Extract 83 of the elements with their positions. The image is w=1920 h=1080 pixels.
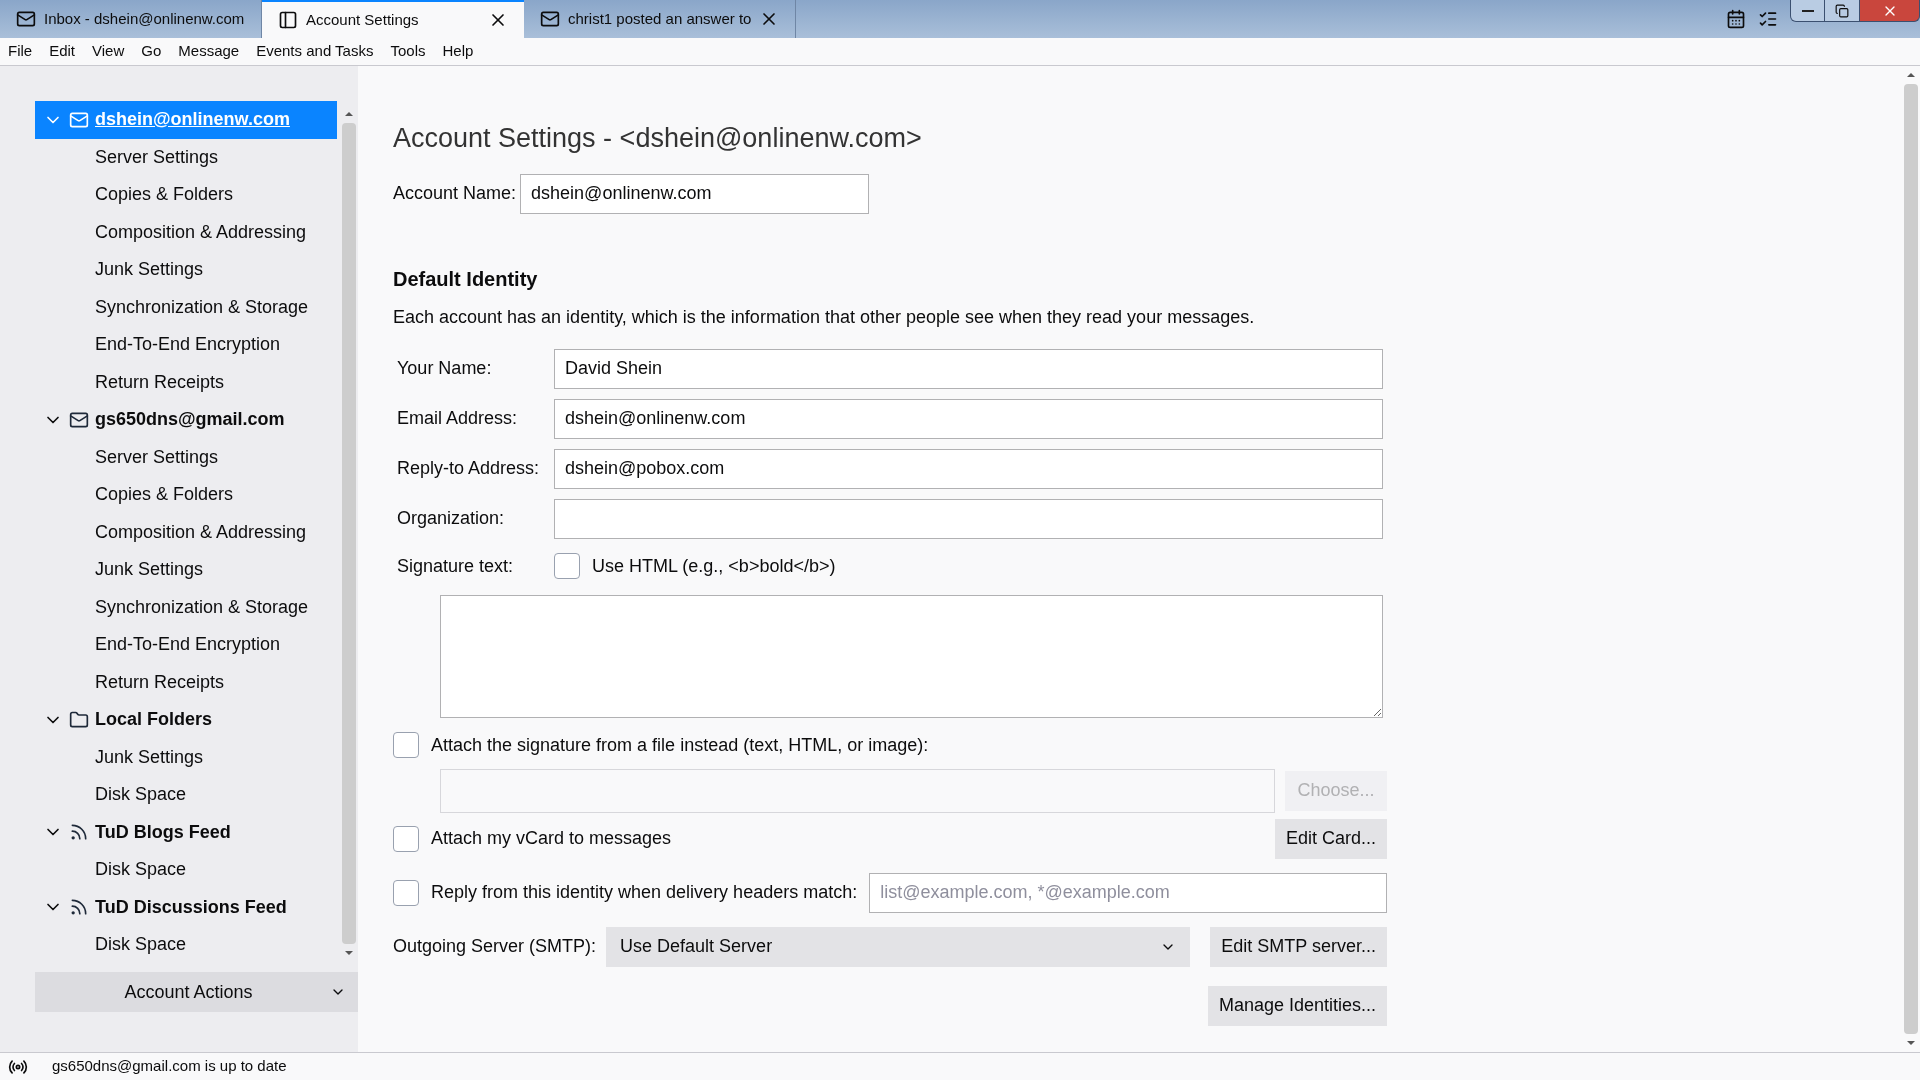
- identity-description: Each account has an identity, which is the information that other people see when they read your messages.: [393, 305, 1256, 329]
- folder-icon: [69, 709, 89, 730]
- restore-icon: [1835, 3, 1849, 18]
- checkbox[interactable]: [393, 825, 419, 852]
- checkbox[interactable]: [393, 879, 419, 906]
- menu-item[interactable]: Message: [178, 40, 240, 63]
- field-label: Your Name:: [397, 357, 493, 380]
- checkbox[interactable]: [554, 553, 580, 579]
- field-label: Outgoing Server (SMTP):: [393, 935, 597, 958]
- menu-item[interactable]: File: [8, 40, 33, 63]
- account-item[interactable]: gs650dns@gmail.com: [35, 401, 337, 439]
- scroll-up-icon[interactable]: [344, 109, 354, 119]
- calendar-icon[interactable]: [1726, 9, 1746, 29]
- scroll-down-icon[interactable]: [1906, 1038, 1916, 1048]
- settings-item[interactable]: End-To-End Encryption: [35, 626, 337, 664]
- signature-field[interactable]: [440, 594, 1383, 718]
- settings-item[interactable]: Return Receipts: [35, 663, 337, 701]
- text-field[interactable]: [554, 498, 1383, 539]
- minimize-button[interactable]: [1790, 0, 1825, 22]
- file-path-field[interactable]: [440, 768, 1275, 813]
- headers-match-field[interactable]: list@example.com, *@example.com: [869, 872, 1387, 913]
- mail-icon: [540, 9, 560, 29]
- scroll-down-icon[interactable]: [344, 948, 354, 958]
- settings-item[interactable]: End-To-End Encryption: [35, 326, 337, 364]
- account-actions-button[interactable]: Account Actions: [35, 972, 358, 1012]
- tab[interactable]: christ1 posted an answer to: [524, 0, 797, 38]
- menu-item[interactable]: View: [92, 40, 125, 63]
- tab-label: Account Settings: [306, 9, 420, 30]
- field-label: Email Address:: [397, 407, 519, 430]
- account-item[interactable]: TuD Blogs Feed: [35, 813, 337, 851]
- checkbox-label: Use HTML (e.g., <b>bold</b>): [592, 554, 836, 578]
- field-label: Organization:: [397, 507, 506, 530]
- account-item[interactable]: dshein@onlinenw.com: [35, 101, 337, 139]
- page-title: Account Settings - <dshein@onlinenw.com>: [393, 122, 923, 155]
- close-window-button[interactable]: [1860, 0, 1920, 22]
- checkbox-label: Attach the signature from a file instead (text, HTML, or image):: [431, 733, 929, 757]
- settings-item[interactable]: Disk Space: [35, 926, 337, 964]
- checkbox-label: Reply from this identity when delivery headers match:: [431, 881, 858, 904]
- settings-item[interactable]: Copies & Folders: [35, 476, 337, 514]
- tab-label: Inbox - dshein@onlinenw.com: [44, 8, 245, 29]
- minimize-icon: [1801, 9, 1814, 12]
- settings-item[interactable]: Synchronization & Storage: [35, 288, 337, 326]
- settings-item[interactable]: Synchronization & Storage: [35, 588, 337, 626]
- edit-smtp-button[interactable]: Edit SMTP server...: [1210, 926, 1387, 967]
- menu-item[interactable]: Go: [141, 40, 162, 63]
- settings-item[interactable]: Disk Space: [35, 776, 337, 814]
- settings-item[interactable]: Server Settings: [35, 138, 337, 176]
- section-heading: Default Identity: [393, 266, 539, 292]
- mail-icon: [16, 9, 36, 29]
- tab[interactable]: Account Settings: [262, 0, 524, 38]
- tab-label: christ1 posted an answer to: [568, 8, 752, 29]
- settings-item[interactable]: Junk Settings: [35, 251, 337, 289]
- field-label: Signature text:: [397, 554, 515, 578]
- field-label: Account Name:: [393, 182, 517, 205]
- checkbox[interactable]: [393, 732, 419, 758]
- menu-item[interactable]: Edit: [49, 40, 76, 63]
- manage-identities-button[interactable]: Manage Identities...: [1207, 985, 1387, 1026]
- settings-item[interactable]: Server Settings: [35, 438, 337, 476]
- settings-item[interactable]: Composition & Addressing: [35, 213, 337, 251]
- account-name-field[interactable]: dshein@onlinenw.com: [520, 173, 870, 214]
- status-text: gs650dns@gmail.com is up to date: [52, 1056, 287, 1077]
- menu-item[interactable]: Help: [442, 40, 474, 63]
- settings-item[interactable]: Disk Space: [35, 851, 337, 889]
- restore-button[interactable]: [1825, 0, 1860, 22]
- text-field[interactable]: dshein@onlinenw.com: [554, 398, 1383, 439]
- account-item[interactable]: Local Folders: [35, 701, 337, 739]
- text-field[interactable]: David Shein: [554, 348, 1383, 389]
- settings-item[interactable]: Junk Settings: [35, 551, 337, 589]
- text-field[interactable]: dshein@pobox.com: [554, 448, 1383, 489]
- smtp-dropdown[interactable]: Use Default Server: [606, 926, 1191, 967]
- edit-card-button[interactable]: Edit Card...: [1274, 818, 1387, 859]
- settings-item[interactable]: Return Receipts: [35, 363, 337, 401]
- field-label: Reply-to Address:: [397, 457, 541, 480]
- menu-item[interactable]: Tools: [390, 40, 426, 63]
- settings-item[interactable]: Composition & Addressing: [35, 513, 337, 551]
- settings-item[interactable]: Junk Settings: [35, 738, 337, 776]
- panel-icon: [278, 10, 298, 30]
- account-item[interactable]: TuD Discussions Feed: [35, 888, 337, 926]
- tasks-icon[interactable]: [1758, 9, 1778, 29]
- checkbox-label: Attach my vCard to messages: [431, 827, 673, 850]
- settings-item[interactable]: Copies & Folders: [35, 176, 337, 214]
- scroll-up-icon[interactable]: [1906, 70, 1916, 80]
- menu-item[interactable]: Events and Tasks: [256, 40, 374, 63]
